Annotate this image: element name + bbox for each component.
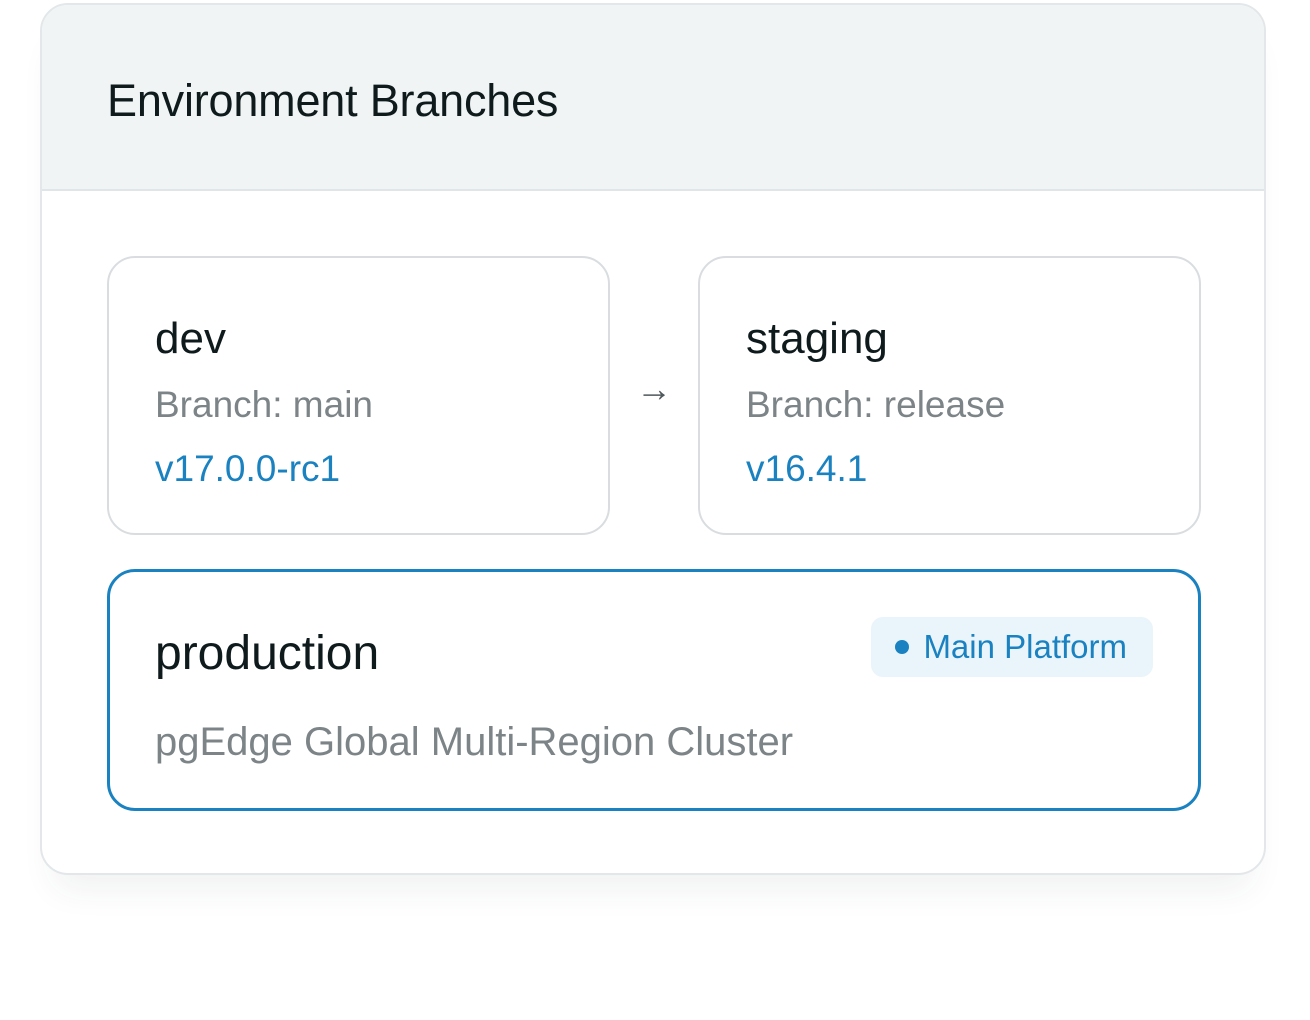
dot-icon (895, 640, 910, 654)
env-description: pgEdge Global Multi-Region Cluster (155, 720, 794, 764)
panel-header: Environment Branches (42, 5, 1264, 191)
env-name: production (155, 627, 380, 680)
env-card-production[interactable]: production Main Platform pgEdge Global M… (107, 569, 1201, 811)
env-card-dev[interactable]: dev Branch: main v17.0.0-rc1 (107, 256, 610, 535)
arrow-right-icon: → (636, 368, 672, 409)
badge-label: Main Platform (923, 628, 1127, 665)
env-name: dev (155, 314, 226, 363)
environment-branches-panel: Environment Branches dev Branch: main v1… (40, 3, 1266, 875)
env-card-staging[interactable]: staging Branch: release v16.4.1 (698, 256, 1201, 535)
env-version: v16.4.1 (746, 448, 868, 489)
env-branch: Branch: main (155, 384, 373, 425)
env-branch: Branch: release (746, 384, 1006, 425)
env-name: staging (746, 314, 888, 363)
status-badge: Main Platform (871, 617, 1153, 677)
env-version: v17.0.0-rc1 (155, 448, 341, 489)
panel-title: Environment Branches (107, 75, 559, 126)
